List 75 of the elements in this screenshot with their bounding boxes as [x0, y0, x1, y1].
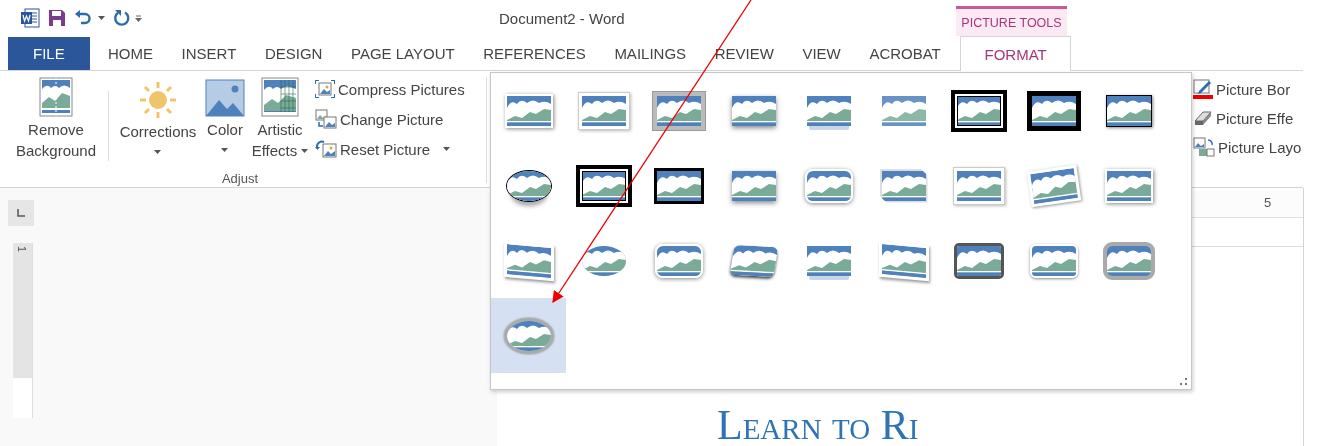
landscape-thumbnail-icon — [654, 243, 703, 278]
ribbon-tab[interactable]: FORMAT — [960, 36, 1072, 71]
ribbon-tab[interactable]: PAGE LAYOUT — [336, 37, 469, 70]
caret-icon[interactable] — [98, 16, 105, 20]
landscape-thumbnail-icon — [577, 91, 630, 130]
undo-icon[interactable] — [74, 10, 94, 26]
landscape-thumbnail-icon — [1026, 90, 1081, 131]
pencil-icon — [1193, 79, 1213, 99]
ruler-number: 1 — [16, 245, 29, 253]
landscape-thumbnail-icon — [503, 317, 554, 354]
landscape-thumbnail-icon — [952, 166, 1005, 205]
ribbon-button[interactable]: Artistic Effects — [249, 77, 311, 161]
ribbon-button[interactable]: Compress Pictures — [315, 77, 465, 101]
ribbon-tab[interactable]: INSERT — [167, 37, 251, 70]
contextual-tab-header: PICTURE TOOLS — [956, 6, 1067, 36]
landscape-thumbnail-icon — [729, 244, 778, 277]
ribbon-tab[interactable]: MAILINGS — [600, 37, 701, 70]
window-title: Document2 - Word — [499, 10, 625, 27]
eraser-icon — [1193, 109, 1213, 127]
left-tab-icon — [17, 209, 25, 217]
ribbon-tab[interactable]: DESIGN — [250, 37, 337, 70]
caret-icon[interactable] — [221, 148, 229, 152]
redo-icon[interactable] — [113, 9, 131, 27]
landscape-thumbnail-icon — [731, 95, 776, 126]
landscape-thumbnail-icon — [1104, 168, 1153, 203]
landscape-thumbnail-icon — [504, 93, 553, 128]
caret-icon[interactable] — [154, 150, 162, 154]
customize-menu-icon[interactable] — [135, 14, 142, 22]
picture-icon — [205, 79, 245, 117]
landscape-thumbnail-icon — [1105, 94, 1152, 127]
group-label: Adjust — [220, 171, 260, 186]
tab-stop-selector[interactable] — [8, 200, 34, 226]
caret-icon[interactable] — [301, 148, 309, 153]
ribbon-button[interactable]: Color — [201, 77, 249, 152]
compress-picture-icon — [315, 80, 335, 98]
reset-picture-icon — [315, 139, 337, 159]
word-logo-icon[interactable] — [20, 8, 40, 28]
landscape-thumbnail-icon — [950, 89, 1007, 132]
landscape-thumbnail-icon — [881, 95, 926, 126]
ribbon-button[interactable]: Reset Picture — [315, 137, 465, 161]
ruler-number: 5 — [1264, 195, 1272, 210]
landscape-thumbnail-icon — [879, 168, 928, 203]
save-icon[interactable] — [48, 9, 66, 27]
landscape-thumbnail-icon — [651, 90, 706, 131]
ribbon-button[interactable]: Corrections — [115, 77, 201, 154]
caret-icon[interactable] — [443, 147, 451, 151]
sun-icon — [139, 81, 177, 119]
landscape-thumbnail-icon — [581, 245, 626, 276]
document-heading: Learn to Ri — [717, 404, 919, 446]
picture-split-icon — [39, 77, 73, 117]
landscape-thumbnail-icon — [804, 168, 853, 203]
ribbon-tab[interactable]: VIEW — [788, 37, 856, 70]
ribbon-button[interactable]: Picture Effe — [1193, 106, 1303, 130]
ribbon-button[interactable]: Picture Layo — [1193, 135, 1303, 159]
ribbon-button[interactable]: Change Picture — [315, 107, 465, 131]
ribbon-tab[interactable]: REVIEW — [700, 37, 789, 70]
landscape-thumbnail-icon — [1029, 243, 1078, 278]
landscape-thumbnail-icon — [878, 240, 929, 281]
change-picture-icon — [315, 109, 337, 129]
ribbon-tab[interactable]: FILE — [8, 37, 90, 70]
landscape-thumbnail-icon — [1102, 241, 1155, 280]
landscape-thumbnail-icon — [575, 164, 632, 207]
ribbon-tab[interactable]: REFERENCES — [468, 37, 601, 70]
ribbon-button[interactable]: Picture Bor — [1193, 77, 1303, 101]
resize-grip-icon[interactable] — [1180, 378, 1187, 385]
ribbon-button[interactable]: Remove Background — [0, 77, 102, 161]
landscape-thumbnail-icon — [953, 242, 1004, 279]
landscape-thumbnail-icon — [653, 167, 704, 204]
picture-texture-icon — [261, 77, 299, 117]
ribbon-tab[interactable]: ACROBAT — [855, 37, 956, 70]
ribbon-tab[interactable]: HOME — [93, 37, 168, 70]
landscape-thumbnail-icon — [731, 170, 776, 201]
landscape-thumbnail-icon — [1026, 164, 1081, 207]
landscape-thumbnail-icon — [505, 169, 552, 202]
landscape-thumbnail-icon — [503, 240, 554, 281]
